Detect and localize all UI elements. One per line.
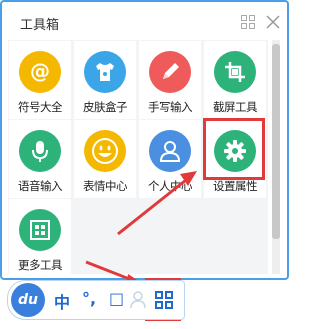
tool-label: 表情中心 — [83, 179, 128, 193]
tool-symbols[interactable]: @ 符号大全 — [9, 41, 71, 119]
tool-profile[interactable]: 个人中心 — [139, 120, 201, 198]
grid-icon[interactable] — [241, 15, 255, 29]
smiley-icon — [84, 130, 126, 172]
close-icon[interactable] — [265, 14, 281, 30]
tool-more[interactable]: 更多工具 — [9, 199, 71, 277]
tool-label: 语音输入 — [18, 179, 63, 193]
tool-label: 皮肤盒子 — [83, 100, 128, 114]
du-logo[interactable]: du — [11, 283, 45, 317]
language-toggle[interactable]: 中 — [54, 289, 70, 313]
person-icon — [149, 130, 191, 172]
user-icon[interactable] — [130, 291, 146, 309]
at-sign-icon: @ — [19, 51, 61, 93]
width-toggle[interactable]: □ — [109, 289, 124, 308]
scrollbar-thumb[interactable] — [272, 44, 280, 239]
window-title: 工具箱 — [20, 18, 60, 33]
tool-label: 设置属性 — [213, 179, 258, 193]
tool-emoji[interactable]: 表情中心 — [74, 120, 136, 198]
microphone-icon — [19, 130, 61, 172]
tool-label: 更多工具 — [18, 258, 63, 272]
tool-label: 截屏工具 — [213, 100, 258, 114]
grid-icon — [19, 209, 61, 251]
toolbox-grid-icon[interactable] — [155, 291, 173, 309]
settings-highlight-box — [203, 118, 265, 180]
tool-screenshot[interactable]: 截屏工具 — [204, 41, 266, 119]
tool-handwriting[interactable]: 手写输入 — [139, 41, 201, 119]
tool-voice[interactable]: 语音输入 — [9, 120, 71, 198]
tool-skins[interactable]: 皮肤盒子 — [74, 41, 136, 119]
punctuation-toggle[interactable]: °, — [82, 289, 96, 308]
svg-text:@: @ — [30, 59, 50, 83]
tool-label: 个人中心 — [148, 179, 193, 193]
tshirt-icon — [84, 51, 126, 93]
tool-label: 手写输入 — [148, 100, 193, 114]
ime-status-bar: du 中 °, □ — [7, 280, 185, 320]
pencil-icon — [149, 51, 191, 93]
crop-icon — [214, 51, 256, 93]
tool-label: 符号大全 — [18, 100, 63, 114]
